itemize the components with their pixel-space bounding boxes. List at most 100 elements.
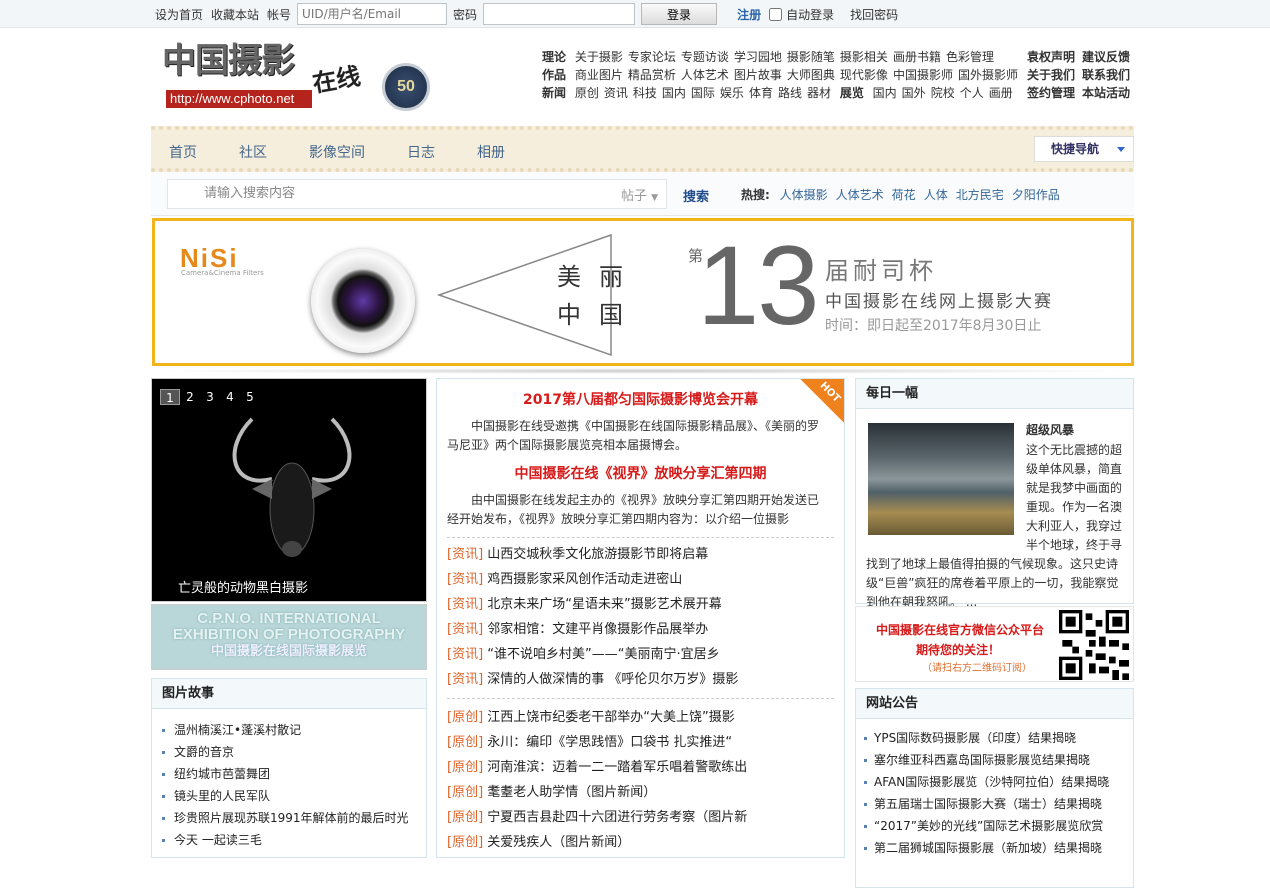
news-title[interactable]: “谁不说咱乡村美”——“美丽南宁·宜居乡 — [487, 647, 719, 662]
news-title[interactable]: 江西上饶市纪委老干部举办“大美上饶”摄影 — [487, 710, 734, 725]
nav-link[interactable]: 娱乐 — [720, 86, 744, 100]
list-item[interactable]: 纽约城市芭蕾舞团 — [162, 763, 426, 785]
news-title[interactable]: 邻家相馆：文建平肖像摄影作品展举办 — [487, 622, 708, 637]
nav-link[interactable]: 专题访谈 — [681, 50, 729, 64]
nav-link[interactable]: 资讯 — [604, 86, 628, 100]
search-type-select[interactable]: 帖子 ▼ — [621, 185, 658, 204]
slide-page[interactable]: 1 — [160, 389, 180, 405]
search-button[interactable]: 搜索 — [683, 186, 709, 205]
news-item[interactable]: [原创] 宁夏西吉县赴四十六团进行劳务考察（图片新 — [447, 805, 844, 830]
news-title[interactable]: 鸡西摄影家采风创作活动走进密山 — [487, 572, 682, 587]
nav-link[interactable]: 学习园地 — [734, 50, 782, 64]
contest-banner[interactable]: NiSi Camera&Cinema Filters 美丽 中国 第 13 届耐… — [152, 218, 1134, 366]
register-link[interactable]: 注册 — [737, 6, 761, 23]
headline-link[interactable]: 中国摄影在线《视界》放映分享汇第四期 — [437, 463, 844, 485]
cpno-exhibition-banner[interactable]: C.P.N.O. INTERNATIONAL EXHIBITION OF PHO… — [151, 604, 427, 670]
nav-link[interactable]: 国际 — [691, 86, 715, 100]
list-item[interactable]: 第二届狮城国际摄影展（新加坡）结果揭晓 — [864, 837, 1133, 859]
nav-link[interactable]: 精品赏析 — [628, 68, 676, 82]
nav-link[interactable]: 中国摄影师 — [893, 68, 953, 82]
nav-link[interactable]: 院校 — [931, 86, 955, 100]
bookmark-link[interactable]: 收藏本站 — [211, 6, 259, 23]
nav-link[interactable]: 色彩管理 — [946, 50, 994, 64]
find-password-link[interactable]: 找回密码 — [850, 6, 898, 23]
news-title[interactable]: 深情的人做深情的事 《呼伦贝尔万岁》摄影 — [487, 672, 738, 687]
list-item[interactable]: 珍贵照片展现苏联1991年解体前的最后时光 — [162, 807, 426, 829]
nav-link[interactable]: 原创 — [575, 86, 599, 100]
contract-link[interactable]: 签约管理 — [1027, 86, 1075, 100]
nav-link[interactable]: 画册 — [989, 86, 1013, 100]
nav-head[interactable]: 新闻 — [542, 86, 566, 100]
nav-link[interactable]: 画册书籍 — [893, 50, 941, 64]
news-title[interactable]: 耄耋老人助学情（图片新闻） — [487, 785, 656, 800]
list-item[interactable]: 第五届瑞士国际摄影大赛（瑞士）结果揭晓 — [864, 793, 1133, 815]
news-title[interactable]: 山西交城秋季文化旅游摄影节即将启幕 — [487, 547, 708, 562]
list-item[interactable]: “2017”美妙的光线”国际艺术摄影展览欣赏 — [864, 815, 1133, 837]
nav-link[interactable]: 体育 — [749, 86, 773, 100]
news-item[interactable]: [原创] 永川：编印《学思践悟》口袋书 扎实推进“ — [447, 730, 844, 755]
nav-link[interactable]: 器材 — [807, 86, 831, 100]
news-item[interactable]: [原创] 耄耋老人助学情（图片新闻） — [447, 780, 844, 805]
slide-page[interactable]: 5 — [240, 389, 260, 405]
nav-link[interactable]: 国外摄影师 — [958, 68, 1018, 82]
search-input[interactable]: 请输入搜索内容 — [167, 179, 667, 209]
site-logo[interactable]: 中国摄影 在线 http://www.cphoto.net — [162, 44, 372, 108]
nav-link[interactable]: 关于摄影 — [575, 50, 623, 64]
list-item[interactable]: AFAN国际摄影展览（沙特阿拉伯）结果揭晓 — [864, 771, 1133, 793]
nav-link[interactable]: 国内 — [662, 86, 686, 100]
slide-page[interactable]: 2 — [180, 389, 200, 405]
news-item[interactable]: [资讯] 北京未来广场“星语未来”摄影艺术展开幕 — [447, 592, 844, 617]
hot-link[interactable]: 荷花 — [892, 188, 916, 202]
headline-link[interactable]: 2017第八届都匀国际摄影博览会开幕 — [437, 389, 844, 411]
about-link[interactable]: 关于我们 — [1027, 68, 1075, 82]
nav-link[interactable]: 摄影随笔 — [787, 50, 835, 64]
nav-link[interactable]: 大师图典 — [787, 68, 835, 82]
nav-link[interactable]: 路线 — [778, 86, 802, 100]
wechat-promo[interactable]: 中国摄影在线官方微信公众平台 期待您的关注！ （请扫右方二维码订阅） — [855, 606, 1134, 682]
nav-link[interactable]: 科技 — [633, 86, 657, 100]
list-item[interactable]: 塞尔维亚科西嘉岛国际摄影展览结果揭晓 — [864, 749, 1133, 771]
nav-link[interactable]: 图片故事 — [734, 68, 782, 82]
nav-community[interactable]: 社区 — [239, 142, 267, 162]
list-item[interactable]: 文爵的音京 — [162, 741, 426, 763]
nav-link[interactable]: 商业图片 — [575, 68, 623, 82]
auto-login-checkbox[interactable] — [769, 7, 783, 21]
nav-link[interactable]: 现代影像 — [840, 68, 888, 82]
list-item[interactable]: 镜头里的人民军队 — [162, 785, 426, 807]
copyright-link[interactable]: 袁权声明 — [1027, 50, 1075, 64]
password-input[interactable] — [483, 3, 636, 25]
nav-image-space[interactable]: 影像空间 — [309, 142, 365, 162]
activity-link[interactable]: 本站活动 — [1082, 86, 1130, 100]
slide-page[interactable]: 4 — [220, 389, 240, 405]
nav-link[interactable]: 个人 — [960, 86, 984, 100]
daily-photo-title[interactable]: 超级风暴 — [1026, 421, 1074, 438]
news-item[interactable]: [资讯] 鸡西摄影家采风创作活动走进密山 — [447, 567, 844, 592]
news-title[interactable]: 河南淮滨：迈着一二一踏着军乐唱着警歌练出 — [487, 760, 747, 775]
feedback-link[interactable]: 建议反馈 — [1082, 50, 1130, 64]
nav-link[interactable]: 人体艺术 — [681, 68, 729, 82]
news-item[interactable]: [资讯] 山西交城秋季文化旅游摄影节即将启幕 — [447, 542, 844, 567]
nav-head[interactable]: 理论 — [542, 50, 566, 64]
slideshow[interactable]: 1 2 3 4 5 亡灵般的动物黑白摄影 — [151, 378, 427, 602]
nav-link[interactable]: 国内 — [873, 86, 897, 100]
nav-blog[interactable]: 日志 — [407, 142, 435, 162]
nav-head[interactable]: 展览 — [840, 86, 864, 100]
nav-home[interactable]: 首页 — [169, 142, 197, 162]
nav-link[interactable]: 摄影相关 — [840, 50, 888, 64]
hot-link[interactable]: 北方民宅 — [956, 188, 1004, 202]
news-item[interactable]: [资讯] 邻家相馆：文建平肖像摄影作品展举办 — [447, 617, 844, 642]
news-title[interactable]: 宁夏西吉县赴四十六团进行劳务考察（图片新 — [487, 810, 747, 825]
slide-page[interactable]: 3 — [200, 389, 220, 405]
news-item[interactable]: [原创] 河南淮滨：迈着一二一踏着军乐唱着警歌练出 — [447, 755, 844, 780]
quick-nav-button[interactable]: 快捷导航 — [1034, 136, 1134, 162]
news-title[interactable]: 永川：编印《学思践悟》口袋书 扎实推进“ — [487, 735, 732, 750]
nav-head[interactable]: 作品 — [542, 68, 566, 82]
news-item[interactable]: [原创] 关爱残疾人（图片新闻） — [447, 830, 844, 855]
hot-link[interactable]: 人体 — [924, 188, 948, 202]
news-item[interactable]: [原创] 江西上饶市纪委老干部举办“大美上饶”摄影 — [447, 705, 844, 730]
list-item[interactable]: YPS国际数码摄影展（印度）结果揭晓 — [864, 727, 1133, 749]
news-item[interactable]: [资讯] 深情的人做深情的事 《呼伦贝尔万岁》摄影 — [447, 667, 844, 692]
nav-album[interactable]: 相册 — [477, 142, 505, 162]
news-item[interactable]: [资讯] “谁不说咱乡村美”——“美丽南宁·宜居乡 — [447, 642, 844, 667]
set-home-link[interactable]: 设为首页 — [155, 6, 203, 23]
